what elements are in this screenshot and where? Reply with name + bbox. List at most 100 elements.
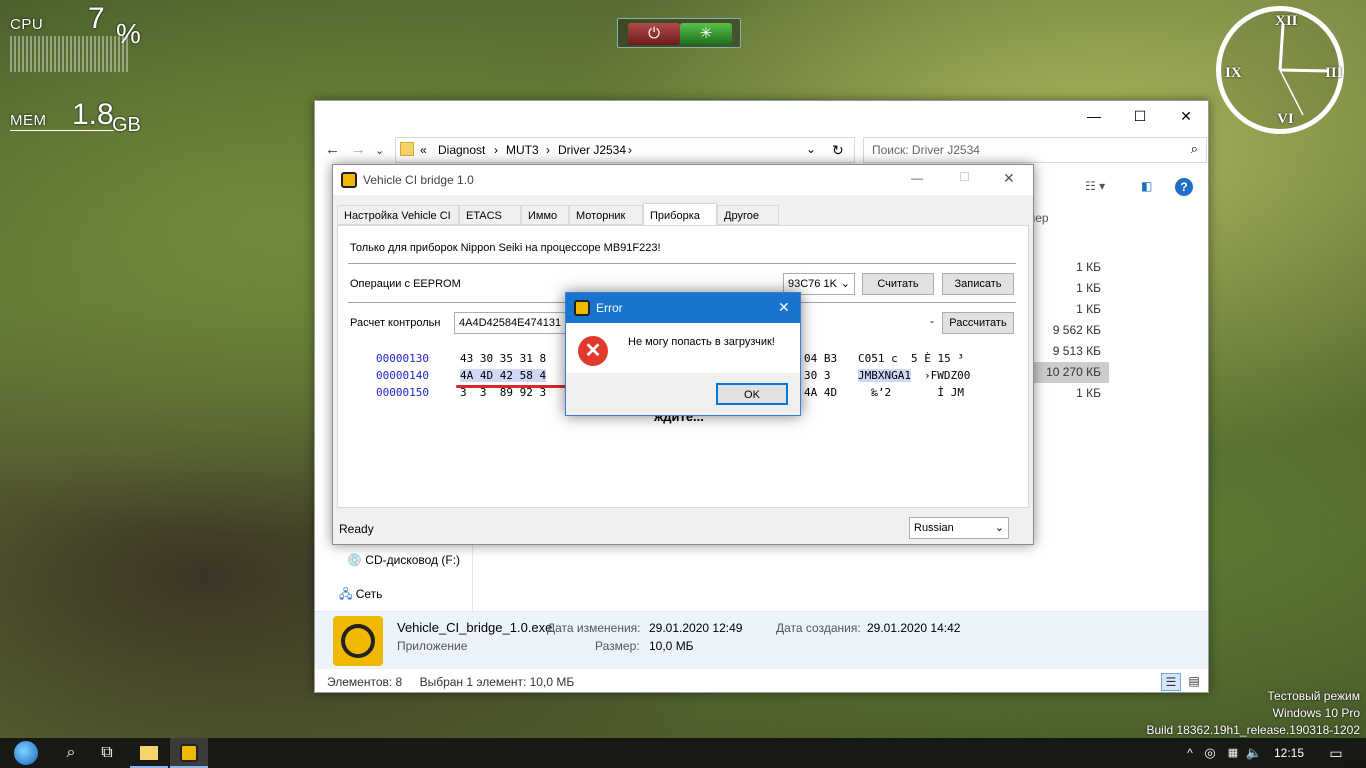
maximize-button[interactable]: ☐ xyxy=(1117,101,1163,131)
tab-other[interactable]: Другое xyxy=(717,205,779,225)
error-body: ✕ Не могу попасть в загрузчик! xyxy=(566,323,800,373)
size-label: Размер: xyxy=(595,639,640,653)
minimize-button[interactable]: — xyxy=(1071,101,1117,131)
network-icon: 🖧 xyxy=(339,587,353,601)
nav-item-label: CD-дисковод (F:) xyxy=(365,553,461,567)
language-select[interactable]: Russian ⌄ xyxy=(909,517,1009,539)
details-type: Приложение xyxy=(397,639,468,653)
cpu-value: 7 xyxy=(88,2,105,35)
tab-immo[interactable]: Иммо xyxy=(521,205,569,225)
eeprom-chip-value: 93C76 1K xyxy=(788,278,837,290)
read-button[interactable]: Считать xyxy=(862,273,934,295)
tab-engine[interactable]: Моторник xyxy=(569,205,643,225)
tab-dashboard[interactable]: Приборка xyxy=(643,203,717,227)
hex-bytes: 4A 4D 42 58 4 xyxy=(460,369,547,382)
size-value: 10,0 МБ xyxy=(649,639,694,653)
watermark-line: Windows 10 Pro xyxy=(1272,706,1360,720)
error-message: Не могу попасть в загрузчик! xyxy=(628,336,775,348)
app-logo-icon xyxy=(574,300,590,316)
app-logo-icon xyxy=(341,172,357,188)
refresh-icon[interactable]: ↻ xyxy=(832,142,844,159)
nav-item-cd-drive[interactable]: 💿 CD-дисковод (F:) xyxy=(347,553,460,567)
vci-titlebar: Vehicle CI bridge 1.0 — ☐ ✕ xyxy=(333,165,1033,195)
hex-address: 00000130 xyxy=(376,352,429,365)
size-cell: 1 КБ xyxy=(1076,260,1101,274)
search-icon[interactable]: ⌕ xyxy=(1191,141,1198,157)
view-options-icon[interactable]: ☷ ▾ xyxy=(1085,179,1105,193)
clock[interactable]: 12:15 xyxy=(1266,738,1312,768)
write-button[interactable]: Записать xyxy=(942,273,1014,295)
app-icon xyxy=(333,616,383,666)
globe-icon[interactable]: ◎ xyxy=(1200,738,1220,768)
modified-value: 29.01.2020 12:49 xyxy=(649,621,743,635)
power-gadget: ⏻ ✳ xyxy=(617,18,741,48)
nav-item-network[interactable]: 🖧 Сеть xyxy=(339,585,382,606)
details-pane: Vehicle_CI_bridge_1.0.exe Приложение Дат… xyxy=(315,611,1208,669)
search-input[interactable]: Поиск: Driver J2534 xyxy=(872,143,980,157)
cd-drive-icon: 💿 xyxy=(347,553,362,567)
checksum-dash: - xyxy=(930,314,934,328)
hex-address: 00000140 xyxy=(376,369,429,382)
nav-item-label: Сеть xyxy=(355,587,383,601)
breadcrumb-item[interactable]: MUT3 xyxy=(506,143,539,157)
ok-button[interactable]: OK xyxy=(716,383,788,405)
hex-bytes: 4A 4D xyxy=(804,386,838,399)
address-bar[interactable]: « Diagnost › MUT3 › Driver J2534 › ⌄ ↻ xyxy=(395,137,855,163)
details-filename: Vehicle_CI_bridge_1.0.exe xyxy=(397,620,553,635)
watermark-line: Тестовый режим xyxy=(1267,689,1360,703)
hex-ascii-highlight: JMBXNGA1 xyxy=(858,369,911,382)
volume-icon[interactable]: 🔈 xyxy=(1244,738,1264,768)
close-button[interactable]: ✕ xyxy=(778,299,790,316)
hex-ascii: ‰’2 Ì JM xyxy=(858,386,964,399)
close-button[interactable]: ✕ xyxy=(1163,101,1209,131)
file-explorer-icon[interactable] xyxy=(130,738,168,768)
back-arrow-icon[interactable]: ← xyxy=(325,141,340,158)
task-view-icon[interactable]: ⧉ xyxy=(88,738,126,768)
cpu-gadget: CPU 7 % MEM 1.8 GB xyxy=(8,2,141,136)
power-off-icon[interactable]: ⏻ xyxy=(628,23,680,45)
breadcrumb-item[interactable]: Diagnost xyxy=(438,143,485,157)
explorer-titlebar: — ☐ ✕ xyxy=(315,101,1208,131)
chevron-down-icon[interactable]: ⌄ xyxy=(806,142,816,156)
vci-app-icon[interactable] xyxy=(170,738,208,768)
breadcrumb-prefix: « xyxy=(420,143,427,157)
minimize-button[interactable]: — xyxy=(911,171,923,185)
mem-label: MEM xyxy=(10,112,47,129)
us-flag-icon[interactable]: ▦ xyxy=(1222,738,1244,768)
modified-label: Дата изменения: xyxy=(547,621,641,635)
checksum-field[interactable]: 4A4D42584E474131 xyxy=(454,312,568,334)
mem-unit: GB xyxy=(112,114,141,136)
tab-vehicle-ci-settings[interactable]: Настройка Vehicle CI xyxy=(337,205,459,225)
hex-address: 00000150 xyxy=(376,386,429,399)
start-button[interactable] xyxy=(4,738,48,768)
restart-icon[interactable]: ✳ xyxy=(680,23,732,45)
calculate-button[interactable]: Рассчитать xyxy=(942,312,1014,334)
close-button[interactable]: ✕ xyxy=(1003,170,1015,187)
vci-status: Ready xyxy=(339,522,374,536)
created-value: 29.01.2020 14:42 xyxy=(867,621,961,635)
hex-bytes: 43 30 35 31 8 xyxy=(460,352,547,365)
taskbar: ⌕ ⧉ ^ ◎ ▦ 🔈 12:15 ▭ xyxy=(0,738,1366,768)
folder-icon xyxy=(400,142,414,156)
vci-title: Vehicle CI bridge 1.0 xyxy=(363,173,474,187)
up-arrow-icon[interactable]: ⌄ xyxy=(375,144,384,157)
selection-info: Выбран 1 элемент: 10,0 МБ xyxy=(419,675,575,689)
forward-arrow-icon[interactable]: → xyxy=(351,141,366,158)
preview-pane-icon[interactable]: ◧ xyxy=(1141,179,1152,193)
clock-hands xyxy=(1278,24,1330,116)
maximize-button[interactable]: ☐ xyxy=(959,170,970,184)
search-icon[interactable]: ⌕ xyxy=(52,738,90,768)
error-dialog: Error ✕ ✕ Не могу попасть в загрузчик! O… xyxy=(565,292,801,416)
search-box[interactable]: Поиск: Driver J2534 ⌕ xyxy=(863,137,1207,163)
error-icon: ✕ xyxy=(578,336,608,366)
size-column: 1 КБ 1 КБ 1 КБ 9 562 КБ 9 513 КБ 10 270 … xyxy=(1025,257,1109,404)
chevron-down-icon: ⌄ xyxy=(994,522,1004,534)
size-cell: 9 562 КБ xyxy=(1052,323,1101,337)
notice-text: Только для приборок Nippon Seiki на проц… xyxy=(350,242,661,254)
tab-etacs[interactable]: ETACS xyxy=(459,205,521,225)
help-icon[interactable]: ? xyxy=(1175,178,1193,196)
breadcrumb-item[interactable]: Driver J2534 xyxy=(558,143,626,157)
notifications-icon[interactable]: ▭ xyxy=(1316,738,1356,768)
chevron-up-icon[interactable]: ^ xyxy=(1180,738,1200,768)
cpu-label: CPU xyxy=(10,16,44,33)
